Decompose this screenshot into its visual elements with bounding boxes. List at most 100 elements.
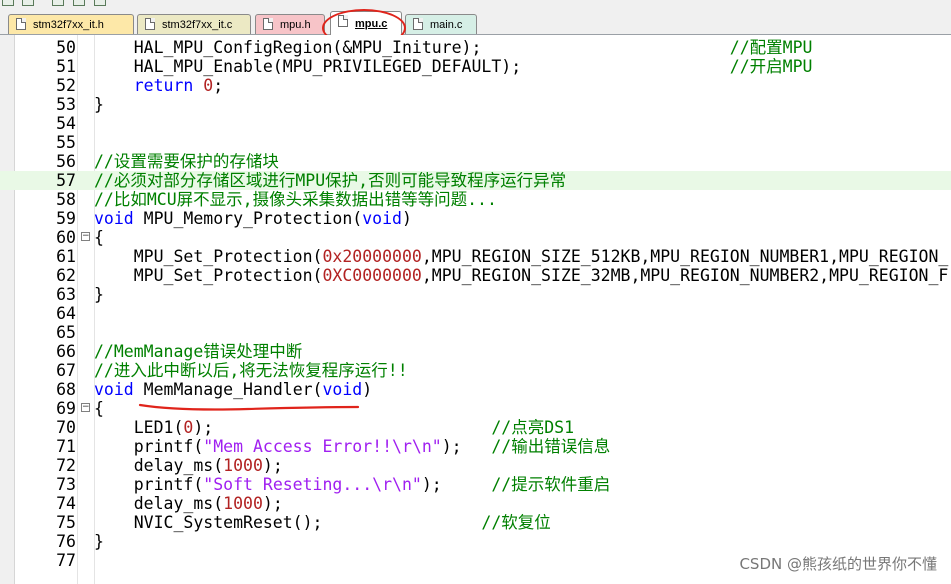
code-token: ) [401,209,412,228]
line-number: 71 [56,437,76,456]
code-token: } [94,285,104,304]
code-token: 0 [203,76,214,95]
code-line[interactable]: 66 //MemManage错误处理中断 [0,342,951,361]
fold-collapse-icon[interactable]: − [81,232,90,241]
line-number: 77 [56,551,76,570]
code-text: //进入此中断以后,将无法恢复程序运行!! [94,361,408,380]
code-line[interactable]: 71 printf("Mem Access Error!!\r\n"); //输… [0,437,951,456]
code-line[interactable]: 62 MPU_Set_Protection(0XC0000000,MPU_REG… [0,266,951,285]
code-token: { [94,228,104,247]
code-line[interactable]: 76} [0,532,951,551]
code-editor[interactable]: 50 HAL_MPU_ConfigRegion(&MPU_Initure); /… [0,35,951,584]
tab-stm32f7xx-it-c[interactable]: stm32f7xx_it.c [137,14,251,34]
line-number: 53 [56,95,76,114]
code-line[interactable]: 55 [0,133,951,152]
code-token: HAL_MPU_ConfigRegion(&MPU_Initure); [94,38,730,57]
code-token: 0 [183,418,194,437]
line-number: 75 [56,513,76,532]
code-token: 0x20000000 [322,247,422,266]
code-token: printf( [94,437,204,456]
line-number: 69 [56,399,76,418]
code-text: } [94,285,104,304]
code-line[interactable]: 57 //必须对部分存储区域进行MPU保护,否则可能导致程序运行异常 [0,171,951,190]
line-number: 57 [56,171,76,190]
code-line[interactable]: 56 //设置需要保护的存储块 [0,152,951,171]
code-token: //比如MCU屏不显示,摄像头采集数据出错等等问题... [94,190,497,209]
code-text: printf("Mem Access Error!!\r\n"); //输出错误… [94,437,611,456]
line-number: 66 [56,342,76,361]
code-text: //设置需要保护的存储块 [94,152,279,171]
code-token: ); [262,456,283,475]
code-token: //配置MPU [729,38,813,57]
line-number: 59 [56,209,76,228]
code-text: LED1(0); //点亮DS1 [94,418,574,437]
line-number: 63 [56,285,76,304]
code-line[interactable]: 68 void MemManage_Handler(void) [0,380,951,399]
code-token: "Soft Reseting...\r\n" [203,475,422,494]
code-token: HAL_MPU_Enable(MPU_PRIVILEGED_DEFAULT); [94,57,730,76]
code-token: void [362,209,402,228]
code-line[interactable]: 61 MPU_Set_Protection(0x20000000,MPU_REG… [0,247,951,266]
code-line[interactable]: 65 [0,323,951,342]
line-number: 74 [56,494,76,513]
code-token: void [322,380,363,399]
code-token: } [94,95,104,114]
line-number: 54 [56,114,76,133]
code-token: //进入此中断以后,将无法恢复程序运行!! [94,361,408,380]
code-token: ,MPU_REGION_SIZE_512KB,MPU_REGION_NUMBER… [421,247,949,266]
code-token: delay_ms( [94,494,224,513]
tab-main-c[interactable]: main.c [405,14,477,34]
code-line[interactable]: 53} [0,95,951,114]
code-line[interactable]: 58 //比如MCU屏不显示,摄像头采集数据出错等等问题... [0,190,951,209]
line-number: 61 [56,247,76,266]
code-text: //比如MCU屏不显示,摄像头采集数据出错等等问题... [94,190,497,209]
code-text: void MemManage_Handler(void) [94,380,372,399]
code-line[interactable]: 52 return 0; [0,76,951,95]
code-line[interactable]: 54 [0,114,951,133]
code-line[interactable]: 74 delay_ms(1000); [0,494,951,513]
code-token: //开启MPU [729,57,813,76]
code-token: //设置需要保护的存储块 [94,152,279,171]
tab-label: stm32f7xx_it.h [33,18,104,31]
line-number: 52 [56,76,76,95]
line-number: 50 [56,38,76,57]
line-number: 60 [56,228,76,247]
code-line[interactable]: 73 printf("Soft Reseting...\r\n"); //提示软… [0,475,951,494]
code-token: printf( [94,475,204,494]
code-token: 1000 [223,494,263,513]
code-line[interactable]: 59 void MPU_Memory_Protection(void) [0,209,951,228]
code-token: delay_ms( [94,456,224,475]
code-line[interactable]: 75 NVIC_SystemReset(); //软复位 [0,513,951,532]
tab-label: mpu.h [280,18,311,31]
code-line[interactable]: 72 delay_ms(1000); [0,456,951,475]
code-text: } [94,532,104,551]
code-text: return 0; [94,76,223,95]
tab-stm32f7xx-it-h[interactable]: stm32f7xx_it.h [8,14,134,34]
code-line[interactable]: 51 HAL_MPU_Enable(MPU_PRIVILEGED_DEFAULT… [0,57,951,76]
tab-mpu-h[interactable]: mpu.h [255,14,325,34]
line-number: 73 [56,475,76,494]
file-icon [145,18,155,30]
fold-collapse-icon[interactable]: − [81,403,90,412]
code-line[interactable]: 63} [0,285,951,304]
line-number: 67 [56,361,76,380]
code-line[interactable]: 50 HAL_MPU_ConfigRegion(&MPU_Initure); /… [0,38,951,57]
file-icon [413,18,423,30]
tab-label: main.c [430,18,463,31]
code-text: { [94,399,104,418]
code-token: //点亮DS1 [491,418,575,437]
code-text: NVIC_SystemReset(); //软复位 [94,513,551,532]
code-text: MPU_Set_Protection(0XC0000000,MPU_REGION… [94,266,949,285]
code-token: //输出错误信息 [491,437,611,456]
code-token: 0XC0000000 [322,266,422,285]
code-line[interactable]: 67 //进入此中断以后,将无法恢复程序运行!! [0,361,951,380]
code-token: MPU_Set_Protection( [94,266,323,285]
code-token: NVIC_SystemReset(); [94,513,482,532]
code-token: MPU_Memory_Protection( [133,209,363,228]
code-line[interactable]: 70 LED1(0); //点亮DS1 [0,418,951,437]
code-line[interactable]: 64 [0,304,951,323]
code-text: delay_ms(1000); [94,494,283,513]
code-line[interactable]: 60−{ [0,228,951,247]
